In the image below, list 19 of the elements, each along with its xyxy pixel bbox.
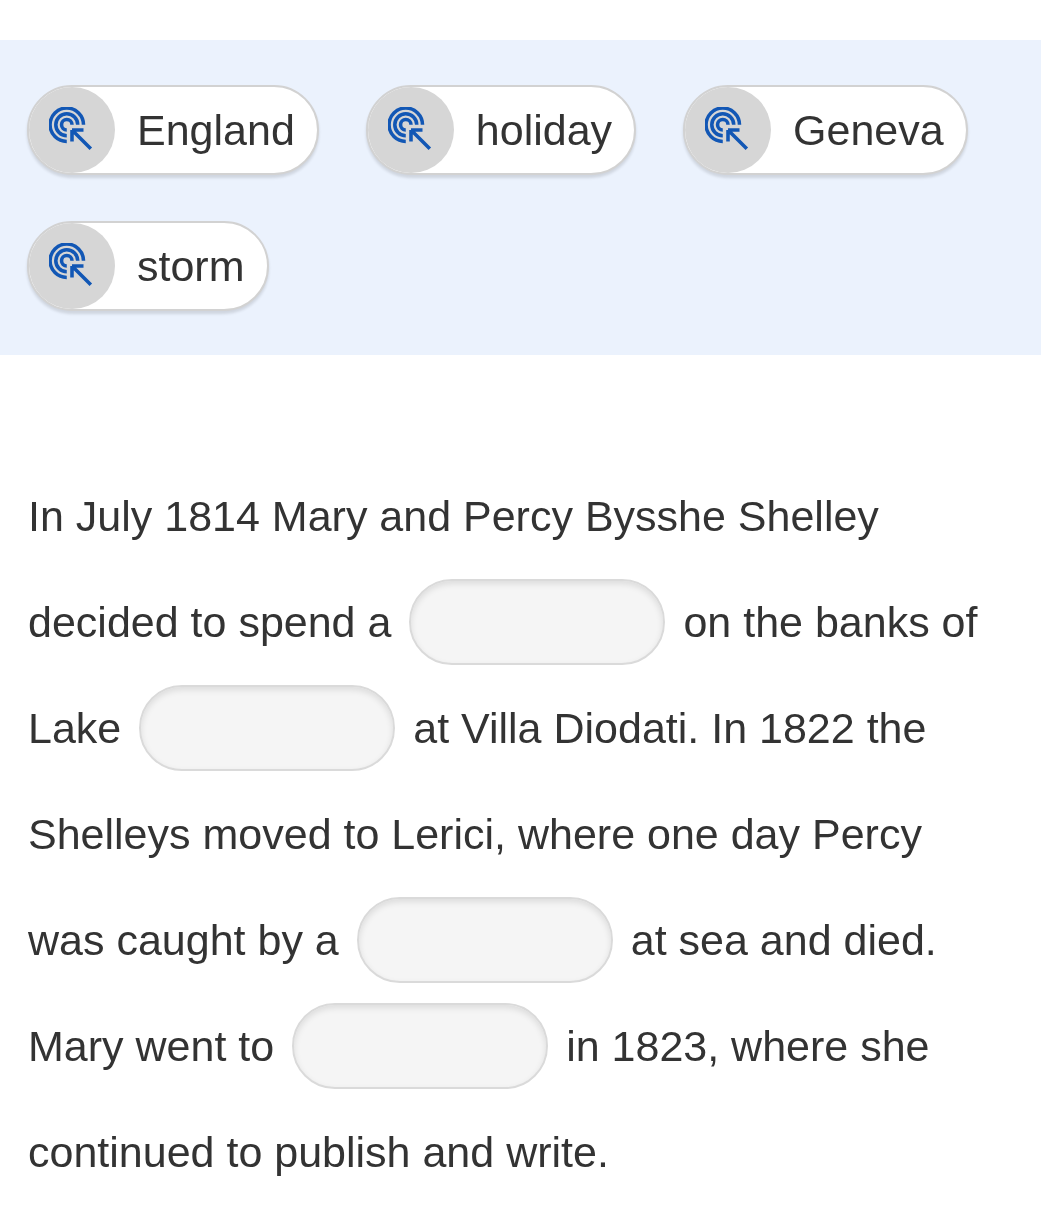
passage-text: in 1823, where she	[566, 1024, 930, 1068]
click-icon	[685, 87, 772, 173]
passage-text: Lake	[28, 706, 122, 750]
word-chip[interactable]: storm	[27, 221, 269, 311]
click-icon	[29, 223, 115, 309]
click-icon	[29, 87, 115, 173]
click-icon	[367, 87, 454, 173]
passage-text: at Villa Diodati. In 1822 the	[413, 706, 927, 750]
passage-text: was caught by a	[28, 918, 339, 962]
passage-text: Mary went to	[28, 1024, 275, 1068]
word-chip[interactable]: Geneva	[683, 85, 968, 175]
passage-text: continued to publish and write.	[28, 1130, 609, 1174]
passage-text: In July 1814 Mary and Percy Bysshe Shelley	[28, 494, 879, 538]
passage-text: at sea and died.	[630, 918, 937, 962]
passage-text: decided to spend a	[28, 600, 392, 644]
passage-text: Shelleys moved to Lerici, where one day Percy	[28, 812, 922, 856]
passage-text: on the banks of	[683, 600, 978, 644]
word-chip[interactable]: holiday	[365, 85, 637, 175]
word-chip[interactable]: England	[27, 85, 319, 175]
